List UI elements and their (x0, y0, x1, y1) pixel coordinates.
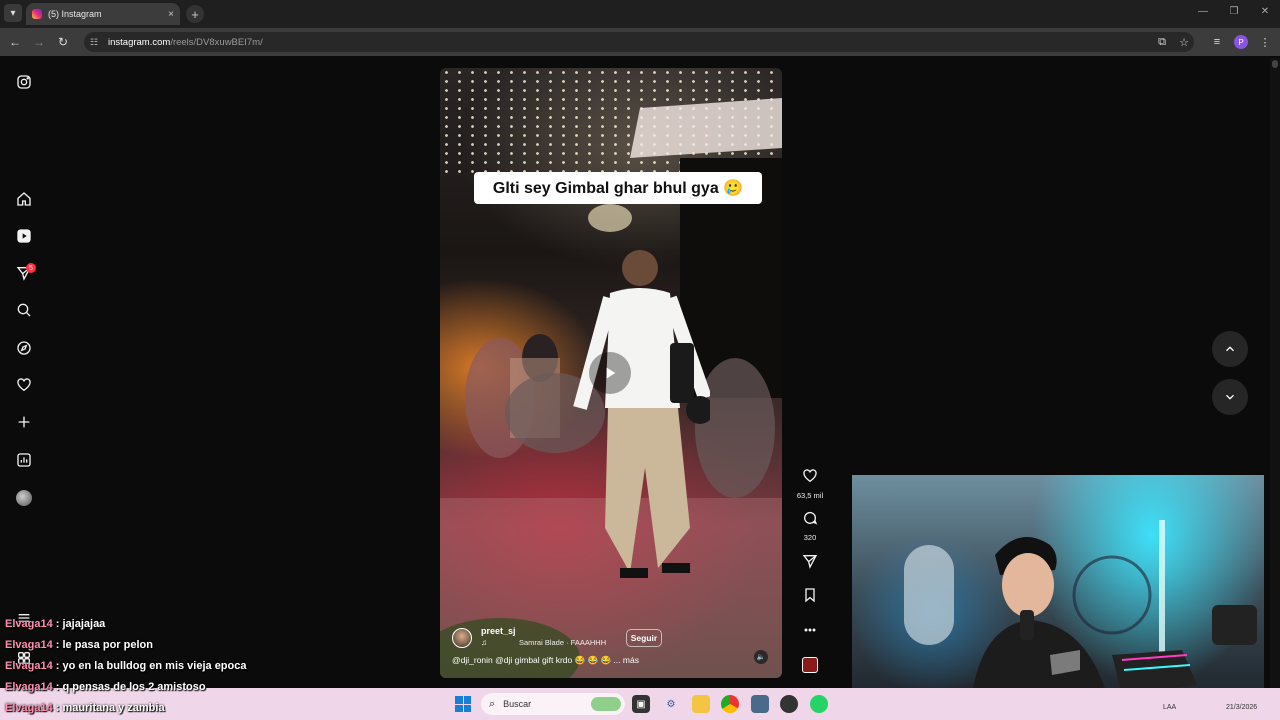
search-highlight-icon (591, 697, 621, 711)
chat-message: Elvaga14 : yo en la bulldog en mis vieja… (5, 660, 246, 672)
more-dots-icon (804, 628, 816, 632)
browser-tab[interactable]: (5) Instagram × (26, 3, 180, 25)
chevron-down-icon (1226, 394, 1234, 400)
system-date[interactable]: 21/3/2026 (1226, 704, 1257, 711)
comment-count: 320 (803, 533, 817, 542)
chat-user: Elvaga14 (5, 639, 53, 651)
media-controls-icon[interactable]: ≡ (1210, 35, 1224, 49)
restore-icon[interactable]: ❐ (1227, 6, 1241, 17)
messages-badge: 5 (26, 263, 36, 273)
tab-title: (5) Instagram (48, 9, 102, 19)
like-count: 63,5 mil (796, 491, 824, 500)
settings-gear-icon[interactable]: ⚙ (662, 695, 680, 713)
reload-icon[interactable]: ↻ (55, 34, 71, 50)
scrollbar-thumb[interactable] (1272, 60, 1278, 68)
install-app-icon[interactable]: ⧉ (1155, 35, 1169, 49)
file-explorer-icon[interactable] (692, 695, 710, 713)
webcam-overlay (852, 475, 1264, 706)
audio-track[interactable]: Samrai Blade · FAAAHHH (519, 638, 606, 647)
profile-avatar-sidebar[interactable] (16, 490, 32, 506)
chat-text: : q pensas de los 2 amistoso (55, 681, 206, 693)
windows-start-icon[interactable] (455, 696, 471, 712)
whatsapp-icon[interactable] (810, 695, 828, 713)
comment-button[interactable]: 320 (796, 510, 824, 542)
browser-menu-icon[interactable]: ⋮ (1258, 35, 1272, 49)
bookmark-star-icon[interactable]: ☆ (1177, 35, 1191, 49)
share-icon (802, 555, 818, 569)
window-close-icon[interactable]: ✕ (1258, 6, 1272, 17)
chat-message: Elvaga14 : mauritana y zambia (5, 702, 165, 714)
dancing-man (573, 250, 710, 578)
reel-text-overlay: Glti sey Gimbal ghar bhul gya 🥲 (474, 172, 762, 204)
chat-user: Elvaga14 (5, 702, 53, 714)
author-username[interactable]: preet_sj (481, 626, 516, 636)
home-icon[interactable] (14, 189, 34, 209)
chrome-icon[interactable] (721, 695, 739, 713)
profile-avatar[interactable]: P (1234, 35, 1248, 49)
tab-close-icon[interactable]: × (168, 9, 174, 20)
chat-message: Elvaga14 : le pasa por pelon (5, 639, 153, 651)
music-note-icon: ♫ (481, 638, 487, 647)
streamer (970, 537, 1110, 706)
reel-description[interactable]: @dji_ronin @dji gimbal gift krdo 😂 😂 😂 .… (452, 655, 639, 666)
chat-user: Elvaga14 (5, 618, 53, 630)
forward-icon[interactable]: → (31, 34, 47, 50)
address-bar[interactable]: ☷ instagram.com/reels/DV8xuwBEI7m/ (84, 32, 1194, 52)
like-button[interactable]: 63,5 mil (796, 468, 824, 500)
taskbar-search[interactable]: ⌕ Buscar (481, 693, 625, 715)
new-tab-button[interactable]: + (186, 5, 204, 23)
chat-user: Elvaga14 (5, 681, 53, 693)
site-settings-icon[interactable]: ☷ (90, 37, 102, 48)
search-icon[interactable] (14, 300, 34, 320)
chat-text: : le pasa por pelon (55, 639, 153, 651)
bookmark-icon (805, 588, 815, 603)
audio-thumbnail[interactable] (802, 657, 818, 673)
author-avatar[interactable] (452, 628, 472, 648)
follow-button[interactable]: Seguir (626, 629, 662, 647)
explore-icon[interactable] (14, 338, 34, 358)
share-button[interactable] (796, 553, 824, 574)
chat-text: : jajajajaa (55, 618, 106, 630)
heart-icon[interactable] (14, 375, 34, 395)
instagram-logo-icon[interactable] (14, 72, 34, 92)
dashboard-icon[interactable] (14, 450, 34, 470)
more-options-button[interactable] (796, 622, 824, 643)
minimize-icon[interactable]: — (1196, 6, 1210, 17)
chat-message: Elvaga14 : q pensas de los 2 amistoso (5, 681, 206, 693)
obs-icon[interactable] (780, 695, 798, 713)
tab-search-button[interactable]: ▾ (4, 4, 22, 22)
chat-message: Elvaga14 : jajajajaa (5, 618, 105, 630)
url-host: instagram.com (108, 36, 171, 48)
next-reel-button[interactable] (1212, 379, 1248, 415)
comment-icon (804, 512, 818, 525)
instagram-favicon-icon (32, 9, 42, 19)
play-icon[interactable] (589, 352, 631, 394)
task-view-icon[interactable]: ▣ (632, 695, 650, 713)
chat-text: : mauritana y zambia (55, 702, 165, 714)
app-window-icon[interactable] (751, 695, 769, 713)
create-plus-icon[interactable] (14, 412, 34, 432)
taskbar-search-placeholder: Buscar (503, 699, 532, 709)
previous-reel-button[interactable] (1212, 331, 1248, 367)
keyboard-language[interactable]: LAA (1163, 704, 1176, 711)
mute-icon[interactable]: 🔈 (754, 650, 768, 664)
scrollbar[interactable] (1270, 58, 1280, 688)
heart-icon (803, 469, 817, 483)
search-icon: ⌕ (489, 697, 496, 710)
save-button[interactable] (796, 587, 824, 608)
chat-user: Elvaga14 (5, 660, 53, 672)
chat-text: : yo en la bulldog en mis vieja epoca (55, 660, 247, 672)
reels-icon[interactable] (14, 226, 34, 246)
chevron-up-icon (1226, 346, 1234, 352)
back-icon[interactable]: ← (7, 34, 23, 50)
url-path: /reels/DV8xuwBEI7m/ (170, 36, 263, 48)
